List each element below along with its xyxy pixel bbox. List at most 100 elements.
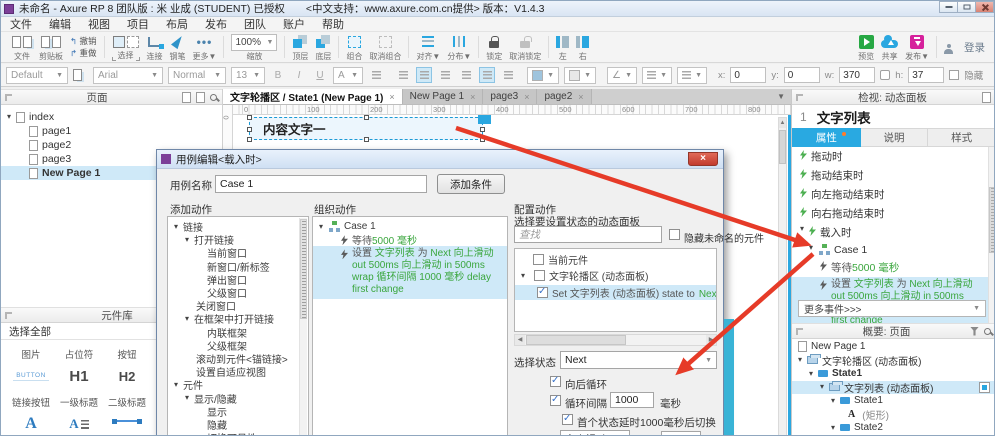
clipboard-button[interactable]: 剪贴板 — [39, 34, 63, 61]
x-field[interactable]: 0 — [730, 67, 766, 83]
send-to-back-button[interactable]: 底层 — [315, 34, 331, 61]
outline-item-state[interactable]: ▾State2 — [792, 421, 995, 435]
tab-list-icon[interactable]: ▼ — [777, 92, 785, 101]
fill-color-select[interactable]: ▼ — [527, 67, 559, 84]
expand-icon[interactable]: ▾ — [319, 223, 328, 231]
resize-handle[interactable] — [247, 115, 252, 120]
canvas-tab[interactable]: page3× — [483, 89, 537, 104]
close-tab-icon[interactable]: × — [578, 92, 583, 102]
expand-icon[interactable]: ▾ — [809, 244, 818, 252]
first-delay-checkbox[interactable] — [562, 414, 573, 425]
expand-icon[interactable]: ▾ — [831, 424, 840, 432]
loop-interval-checkbox[interactable] — [550, 395, 561, 406]
bold-button[interactable]: B — [270, 67, 286, 83]
more-events-select[interactable]: 更多事件>>>▼ — [798, 300, 986, 317]
action-item[interactable]: 当前窗口 — [168, 246, 298, 259]
scroll-thumb[interactable] — [300, 219, 307, 319]
outline-item-rect[interactable]: A(矩形) — [792, 408, 995, 422]
w-field[interactable]: 370 — [839, 67, 875, 83]
tree-panel-node[interactable]: ▾ 文字轮播区 (动态面板) — [515, 269, 716, 282]
canvas-tab-active[interactable]: 文字轮播区 / State1 (New Page 1)× — [223, 89, 403, 104]
close-tab-icon[interactable]: × — [524, 92, 529, 102]
event-ondragend[interactable]: 拖动结束时 — [792, 166, 988, 185]
menu-publish[interactable]: 发布 — [205, 16, 227, 32]
outline-item-state[interactable]: ▾State1 — [792, 367, 995, 381]
lock-button[interactable]: 锁定 — [486, 34, 502, 61]
align-center-button[interactable] — [416, 67, 432, 83]
widget-horizontal-line[interactable] — [103, 409, 151, 436]
minimize-button[interactable] — [939, 1, 958, 13]
align-button[interactable]: 对齐▼ — [416, 34, 440, 61]
event-ondragright[interactable]: 向右拖动结束时 — [792, 204, 988, 223]
outline-item-page[interactable]: New Page 1 — [792, 340, 995, 354]
outline-item-panel-selected[interactable]: ▾文字列表 (动态面板) — [792, 381, 995, 395]
scroll-left-icon[interactable]: ◀ — [515, 335, 525, 345]
valign-bottom-button[interactable] — [500, 67, 516, 83]
filter-icon[interactable] — [970, 327, 979, 336]
align-right-button[interactable] — [437, 67, 453, 83]
action-item[interactable]: 父级窗口 — [168, 286, 298, 299]
menu-layout[interactable]: 布局 — [166, 16, 188, 32]
scroll-right-icon[interactable]: ▶ — [706, 335, 716, 345]
event-ondragleft[interactable]: 向左拖动结束时 — [792, 185, 988, 204]
menu-edit[interactable]: 编辑 — [49, 16, 71, 32]
arrow-style-select[interactable]: ▼ — [677, 67, 707, 84]
tab-notes[interactable]: 说明 — [861, 128, 929, 147]
action-category[interactable]: ▾元件 — [168, 378, 298, 391]
tab-properties[interactable]: 属性 — [792, 128, 861, 147]
add-folder-icon[interactable] — [196, 92, 205, 103]
widget-paragraph[interactable]: A — [55, 409, 103, 436]
checkbox-icon[interactable] — [533, 254, 544, 265]
file-tools-button[interactable]: 文件 — [12, 34, 32, 61]
resize-handle[interactable] — [364, 115, 369, 120]
stroke-color-select[interactable]: ▼ — [564, 67, 596, 84]
right-panel-toggle[interactable]: 右 — [576, 34, 589, 61]
resize-handle[interactable] — [247, 137, 252, 142]
style-preset-select[interactable]: Default▼ — [6, 67, 68, 84]
tree-horizontal-scrollbar[interactable]: ◀ ▶ — [514, 334, 717, 346]
action-group[interactable]: ▾显示/隐藏 — [168, 391, 298, 404]
list-scrollbar[interactable] — [299, 218, 307, 436]
widget-image-label[interactable]: 图片 — [7, 343, 55, 361]
tree-current-widget[interactable]: 当前元件 — [515, 253, 716, 266]
checkbox-checked-icon[interactable] — [537, 287, 548, 298]
aspect-lock-icon[interactable] — [880, 70, 890, 80]
loop-interval-input[interactable]: 1000 — [610, 392, 654, 408]
distribute-button[interactable]: 分布▼ — [447, 34, 471, 61]
italic-button[interactable]: I — [291, 67, 307, 83]
share-button[interactable]: 共享 — [881, 34, 898, 61]
widget-link-button-label[interactable]: 链接按钮 — [7, 391, 55, 409]
action-group[interactable]: ▾在框架中打开链接 — [168, 312, 298, 325]
edit-style-icon[interactable] — [73, 69, 82, 81]
preview-button[interactable]: 预览 — [858, 34, 874, 61]
canvas-tab[interactable]: page2× — [537, 89, 591, 104]
action-item[interactable]: 关闭窗口 — [168, 299, 298, 312]
outline-item-state[interactable]: ▾State1 — [792, 394, 995, 408]
collapse-icon[interactable] — [796, 94, 803, 101]
scroll-thumb[interactable] — [779, 130, 786, 164]
widget-text-label[interactable]: A — [7, 409, 55, 436]
scroll-thumb[interactable] — [989, 187, 995, 253]
add-page-icon[interactable] — [182, 92, 191, 103]
resize-handle[interactable] — [247, 127, 252, 132]
menu-help[interactable]: 帮助 — [322, 16, 344, 32]
select-mode-button[interactable]: 选择 — [112, 34, 140, 61]
expand-icon[interactable]: ▾ — [800, 225, 809, 233]
action-item[interactable]: 弹出窗口 — [168, 273, 298, 286]
left-panel-toggle[interactable]: 左 — [556, 34, 569, 61]
line-width-select[interactable]: ∠▼ — [607, 67, 637, 84]
state-select[interactable]: Next▼ — [560, 351, 717, 369]
align-left-button[interactable] — [395, 67, 411, 83]
menu-file[interactable]: 文件 — [10, 16, 32, 32]
panel-search-input[interactable]: 查找 — [514, 226, 662, 243]
group-button[interactable]: 组合 — [346, 34, 362, 61]
event-ondrag[interactable]: 拖动时 — [792, 147, 988, 166]
line-spacing-button[interactable] — [368, 67, 384, 83]
valign-top-button[interactable] — [458, 67, 474, 83]
panel-state-tag[interactable] — [478, 115, 491, 124]
zoom-select[interactable]: 100%▼ — [231, 34, 277, 51]
enter-anim-select[interactable]: 向上滑动▼ — [560, 430, 630, 436]
loop-back-checkbox[interactable] — [550, 376, 561, 387]
tree-set-state-selected[interactable]: Set 文字列表 (动态面板) state to Next 向上滑动 out 5… — [515, 285, 716, 300]
organize-action-wait[interactable]: 等待 5000 毫秒 — [313, 233, 507, 246]
